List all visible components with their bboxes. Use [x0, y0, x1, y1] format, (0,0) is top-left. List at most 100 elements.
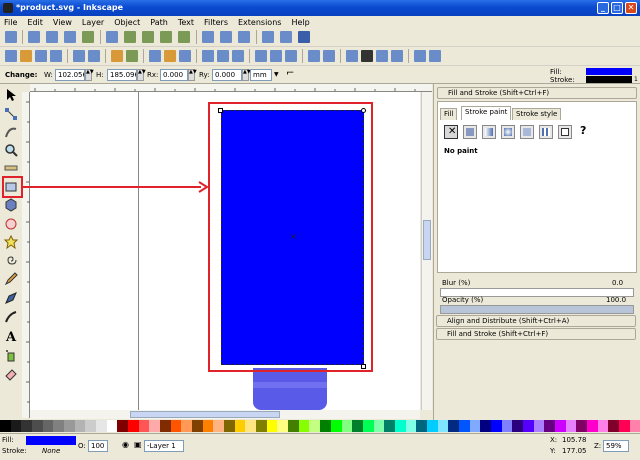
palette-swatch[interactable]: [160, 420, 171, 432]
palette-swatch[interactable]: [320, 420, 331, 432]
tweak-tool-icon[interactable]: [4, 125, 18, 139]
palette-swatch[interactable]: [608, 420, 619, 432]
height-input[interactable]: 185.096: [107, 69, 137, 81]
palette-swatch[interactable]: [170, 420, 182, 432]
palette-swatch[interactable]: [192, 420, 203, 432]
palette-swatch[interactable]: [480, 420, 491, 432]
status-fill-swatch[interactable]: [26, 436, 76, 445]
snap-rotation-center-icon[interactable]: [220, 31, 232, 43]
palette-swatch[interactable]: [586, 420, 598, 432]
snap-toggle-icon[interactable]: [5, 31, 17, 43]
spray-tool-icon[interactable]: [4, 348, 18, 362]
palette-swatch[interactable]: [597, 420, 609, 432]
3d-box-tool-icon[interactable]: [4, 198, 18, 212]
menu-help[interactable]: Help: [291, 18, 309, 27]
palette-swatch[interactable]: [128, 420, 139, 432]
flat-color-button[interactable]: [463, 125, 477, 139]
unit-dropdown-arrow-icon[interactable]: ▼: [274, 71, 279, 78]
new-document-icon[interactable]: [5, 50, 17, 62]
opacity-value[interactable]: 100.0: [606, 296, 626, 304]
zoom-input[interactable]: 59%: [603, 440, 629, 452]
indicator-stroke-swatch[interactable]: [586, 76, 632, 83]
drawing-canvas[interactable]: ×: [30, 92, 420, 410]
palette-swatch[interactable]: [490, 420, 502, 432]
palette-swatch[interactable]: [405, 420, 417, 432]
duplicate-icon[interactable]: [255, 50, 267, 62]
rx-input[interactable]: 0.000: [160, 69, 188, 81]
palette-swatch[interactable]: [181, 420, 193, 432]
horizontal-scrollbar[interactable]: [30, 410, 420, 419]
fill-stroke-dialog-icon[interactable]: [346, 50, 358, 62]
menu-object[interactable]: Object: [114, 18, 140, 27]
layer-select[interactable]: -Layer 1: [144, 440, 184, 452]
save-icon[interactable]: [35, 50, 47, 62]
unset-paint-button[interactable]: ?: [580, 124, 586, 137]
paste-icon[interactable]: [179, 50, 191, 62]
indicator-fill-swatch[interactable]: [586, 68, 632, 75]
vertical-ruler[interactable]: [22, 92, 30, 418]
palette-swatch[interactable]: [96, 420, 107, 432]
align-dialog-icon[interactable]: [391, 50, 403, 62]
palette-swatch[interactable]: [309, 420, 321, 432]
import-icon[interactable]: [73, 50, 85, 62]
reset-corners-icon[interactable]: ⌐: [286, 68, 294, 79]
palette-swatch[interactable]: [629, 420, 640, 432]
palette-swatch[interactable]: [554, 420, 566, 432]
menu-file[interactable]: File: [4, 18, 17, 27]
undo-icon[interactable]: [111, 50, 123, 62]
palette-swatch[interactable]: [512, 420, 523, 432]
vertical-scrollbar[interactable]: [421, 92, 432, 410]
snap-paths-icon[interactable]: [124, 31, 136, 43]
palette-swatch[interactable]: [416, 420, 427, 432]
star-tool-icon[interactable]: [4, 235, 18, 249]
palette-swatch[interactable]: [469, 420, 481, 432]
eraser-tool-icon[interactable]: [4, 367, 18, 381]
horizontal-ruler[interactable]: [30, 84, 432, 92]
horizontal-scroll-thumb[interactable]: [130, 411, 280, 418]
palette-swatch[interactable]: [288, 420, 299, 432]
panel-title[interactable]: Fill and Stroke (Shift+Ctrl+F): [437, 87, 637, 99]
snap-grid-icon[interactable]: [280, 31, 292, 43]
palette-swatch[interactable]: [149, 420, 161, 432]
preferences-icon[interactable]: [429, 50, 441, 62]
pattern-button[interactable]: [539, 125, 553, 139]
palette-swatch[interactable]: [362, 420, 374, 432]
tab-fill[interactable]: Fill: [440, 108, 458, 120]
width-input[interactable]: 102.056: [55, 69, 85, 81]
palette-swatch[interactable]: [106, 420, 118, 432]
snap-midpoint-icon[interactable]: [82, 31, 94, 43]
palette-swatch[interactable]: [522, 420, 534, 432]
ungroup-icon[interactable]: [323, 50, 335, 62]
zoom-page-icon[interactable]: [232, 50, 244, 62]
snap-nodes-icon[interactable]: [106, 31, 118, 43]
palette-swatch[interactable]: [224, 420, 235, 432]
palette-swatch[interactable]: [21, 420, 33, 432]
selector-tool-icon[interactable]: [4, 88, 18, 102]
snap-cusp-icon[interactable]: [160, 31, 172, 43]
palette-swatch[interactable]: [458, 420, 470, 432]
height-spinner-arrows[interactable]: ▲▼: [137, 69, 146, 81]
palette-swatch[interactable]: [266, 420, 278, 432]
palette-swatch[interactable]: [245, 420, 257, 432]
blur-value[interactable]: 0.0: [612, 279, 623, 287]
tab-stroke-paint[interactable]: Stroke paint: [461, 106, 512, 120]
unlink-clone-icon[interactable]: [285, 50, 297, 62]
vertical-scroll-thumb[interactable]: [423, 220, 431, 260]
palette-swatch[interactable]: [618, 420, 630, 432]
snap-bbox-icon[interactable]: [28, 31, 40, 43]
palette-swatch[interactable]: [544, 420, 555, 432]
palette-swatch[interactable]: [341, 420, 353, 432]
palette-swatch[interactable]: [565, 420, 577, 432]
snap-bbox-edge-icon[interactable]: [46, 31, 58, 43]
palette-swatch[interactable]: [384, 420, 395, 432]
palette-swatch[interactable]: [576, 420, 587, 432]
zoom-drawing-icon[interactable]: [217, 50, 229, 62]
menu-extensions[interactable]: Extensions: [238, 18, 281, 27]
palette-swatch[interactable]: [426, 420, 438, 432]
bottle-shape[interactable]: [253, 368, 327, 410]
palette-swatch[interactable]: [213, 420, 225, 432]
palette-swatch[interactable]: [533, 420, 545, 432]
menu-filters[interactable]: Filters: [204, 18, 228, 27]
snap-bbox-corner-icon[interactable]: [64, 31, 76, 43]
palette-swatch[interactable]: [394, 420, 406, 432]
